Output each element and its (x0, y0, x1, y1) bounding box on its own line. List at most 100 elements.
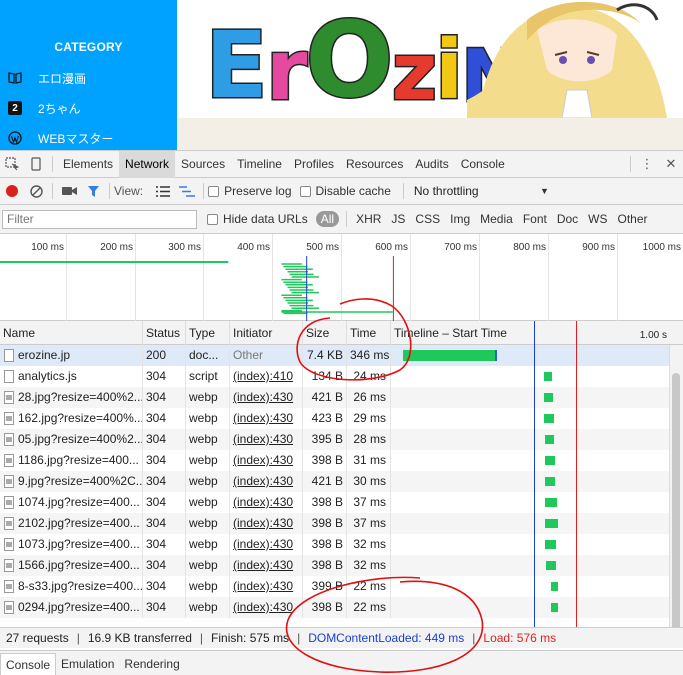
column-header-initiator[interactable]: Initiator (230, 321, 303, 345)
request-name[interactable]: 1074.jpg?resize=400... (0, 492, 143, 513)
sidebar-item-ero-manga[interactable]: エロ漫画 (8, 68, 86, 88)
preserve-log-checkbox[interactable]: Preserve log (208, 184, 292, 198)
request-name[interactable]: 28.jpg?resize=400%2... (0, 387, 143, 408)
timing-bar[interactable] (544, 435, 555, 444)
request-name[interactable]: 0294.jpg?resize=400... (0, 597, 143, 618)
filter-icon[interactable] (84, 182, 102, 200)
table-row[interactable]: 1566.jpg?resize=400... 304 webp (index):430… (0, 555, 683, 576)
timing-bar[interactable] (545, 519, 558, 528)
timing-bar[interactable] (543, 372, 553, 381)
table-row[interactable]: 162.jpg?resize=400%... 304 webp (index):430… (0, 408, 683, 429)
request-name[interactable]: 162.jpg?resize=400%... (0, 408, 143, 429)
vertical-scrollbar[interactable] (669, 345, 683, 627)
image-file-icon (4, 559, 14, 572)
drawer-tab-emulation[interactable]: Emulation (56, 653, 119, 675)
request-initiator[interactable]: (index):430 (230, 408, 303, 429)
request-name[interactable]: analytics.js (0, 366, 143, 387)
filter-type-all[interactable]: All (315, 211, 340, 227)
request-initiator[interactable]: (index):430 (230, 429, 303, 450)
tab-timeline[interactable]: Timeline (231, 151, 288, 178)
column-header-timeline[interactable]: Timeline – Start Time 1.00 s (391, 321, 669, 345)
filter-type-xhr[interactable]: XHR (351, 212, 386, 226)
request-name[interactable]: 1186.jpg?resize=400... (0, 450, 143, 471)
more-menu-icon[interactable]: ⋮ (638, 155, 656, 173)
drawer-tab-rendering[interactable]: Rendering (119, 653, 184, 675)
filter-type-img[interactable]: Img (445, 212, 475, 226)
large-rows-icon[interactable] (154, 182, 172, 200)
filter-type-other[interactable]: Other (613, 212, 653, 226)
table-row[interactable]: 1073.jpg?resize=400... 304 webp (index):430… (0, 534, 683, 555)
timing-bar[interactable] (403, 350, 497, 361)
table-row[interactable]: 05.jpg?resize=400%2... 304 webp (index):430… (0, 429, 683, 450)
request-name[interactable]: 9.jpg?resize=400%2C... (0, 471, 143, 492)
request-name[interactable]: erozine.jp (0, 345, 143, 366)
timing-bar[interactable] (550, 603, 559, 612)
sidebar-item-web-master[interactable]: WEBマスター (8, 128, 113, 148)
drawer-tab-console[interactable]: Console (0, 652, 57, 675)
tab-profiles[interactable]: Profiles (288, 151, 340, 178)
disable-cache-checkbox[interactable]: Disable cache (299, 184, 391, 198)
request-name[interactable]: 1073.jpg?resize=400... (0, 534, 143, 555)
table-row[interactable]: 0294.jpg?resize=400... 304 webp (index):430… (0, 597, 683, 618)
hide-data-urls-checkbox[interactable]: Hide data URLs (207, 212, 308, 226)
close-icon[interactable]: ✕ (662, 155, 680, 173)
filter-type-ws[interactable]: WS (583, 212, 612, 226)
table-row[interactable]: 1186.jpg?resize=400... 304 webp (index):430… (0, 450, 683, 471)
filter-type-css[interactable]: CSS (410, 212, 445, 226)
request-initiator[interactable]: (index):430 (230, 387, 303, 408)
timing-bar[interactable] (545, 498, 558, 507)
tab-elements[interactable]: Elements (57, 151, 119, 178)
request-name[interactable]: 1566.jpg?resize=400... (0, 555, 143, 576)
tab-network[interactable]: Network (119, 150, 176, 178)
timing-bar[interactable] (544, 456, 556, 465)
request-initiator[interactable]: (index):430 (230, 492, 303, 513)
request-initiator[interactable]: (index):430 (230, 555, 303, 576)
waterfall-overview-icon[interactable] (178, 182, 196, 200)
column-header-status[interactable]: Status (143, 321, 186, 345)
request-initiator[interactable]: (index):410 (230, 366, 303, 387)
tab-console[interactable]: Console (455, 151, 511, 178)
filter-type-js[interactable]: JS (386, 212, 410, 226)
image-file-icon (4, 454, 14, 467)
filter-type-media[interactable]: Media (475, 212, 518, 226)
timing-bar[interactable] (545, 477, 556, 486)
table-row[interactable]: 9.jpg?resize=400%2C... 304 webp (index):430… (0, 471, 683, 492)
timing-bar[interactable] (550, 582, 559, 591)
clear-icon[interactable] (27, 182, 45, 200)
request-name[interactable]: 2102.jpg?resize=400... (0, 513, 143, 534)
filter-input[interactable] (2, 209, 197, 229)
request-initiator[interactable]: (index):430 (230, 513, 303, 534)
table-row[interactable]: 28.jpg?resize=400%2... 304 webp (index):430… (0, 387, 683, 408)
filter-type-doc[interactable]: Doc (552, 212, 583, 226)
request-initiator[interactable]: (index):430 (230, 576, 303, 597)
request-name[interactable]: 8-s33.jpg?resize=400... (0, 576, 143, 597)
column-header-time[interactable]: Time (347, 321, 391, 345)
table-row[interactable]: analytics.js 304 script (index):410 134 B 24 … (0, 366, 683, 387)
tab-resources[interactable]: Resources (340, 151, 409, 178)
timing-bar[interactable] (544, 414, 555, 423)
tab-sources[interactable]: Sources (175, 151, 231, 178)
throttling-select[interactable]: No throttling ▼ (408, 182, 553, 201)
request-initiator[interactable]: (index):430 (230, 471, 303, 492)
request-name[interactable]: 05.jpg?resize=400%2... (0, 429, 143, 450)
record-icon[interactable] (3, 182, 21, 200)
table-row[interactable]: 8-s33.jpg?resize=400... 304 webp (index):43… (0, 576, 683, 597)
table-row[interactable]: 1074.jpg?resize=400... 304 webp (index):430… (0, 492, 683, 513)
timing-bar[interactable] (545, 561, 557, 570)
device-mode-icon[interactable] (27, 155, 45, 173)
tab-audits[interactable]: Audits (409, 151, 454, 178)
filter-type-font[interactable]: Font (518, 212, 552, 226)
column-header-name[interactable]: Name (0, 321, 143, 345)
timing-bar[interactable] (544, 393, 554, 402)
timing-bar[interactable] (545, 540, 557, 549)
request-initiator[interactable]: (index):430 (230, 534, 303, 555)
request-initiator[interactable]: (index):430 (230, 450, 303, 471)
inspect-element-icon[interactable] (3, 155, 21, 173)
capture-screenshots-icon[interactable] (60, 182, 78, 200)
column-header-type[interactable]: Type (186, 321, 230, 345)
sidebar-item-2ch[interactable]: 2 2ちゃん (8, 98, 81, 118)
column-header-size[interactable]: Size (303, 321, 347, 345)
request-initiator[interactable]: (index):430 (230, 597, 303, 618)
table-row[interactable]: 2102.jpg?resize=400... 304 webp (index):430… (0, 513, 683, 534)
table-row[interactable]: erozine.jp 200 doc... Other 7.4 KB 346 ms (0, 345, 683, 366)
